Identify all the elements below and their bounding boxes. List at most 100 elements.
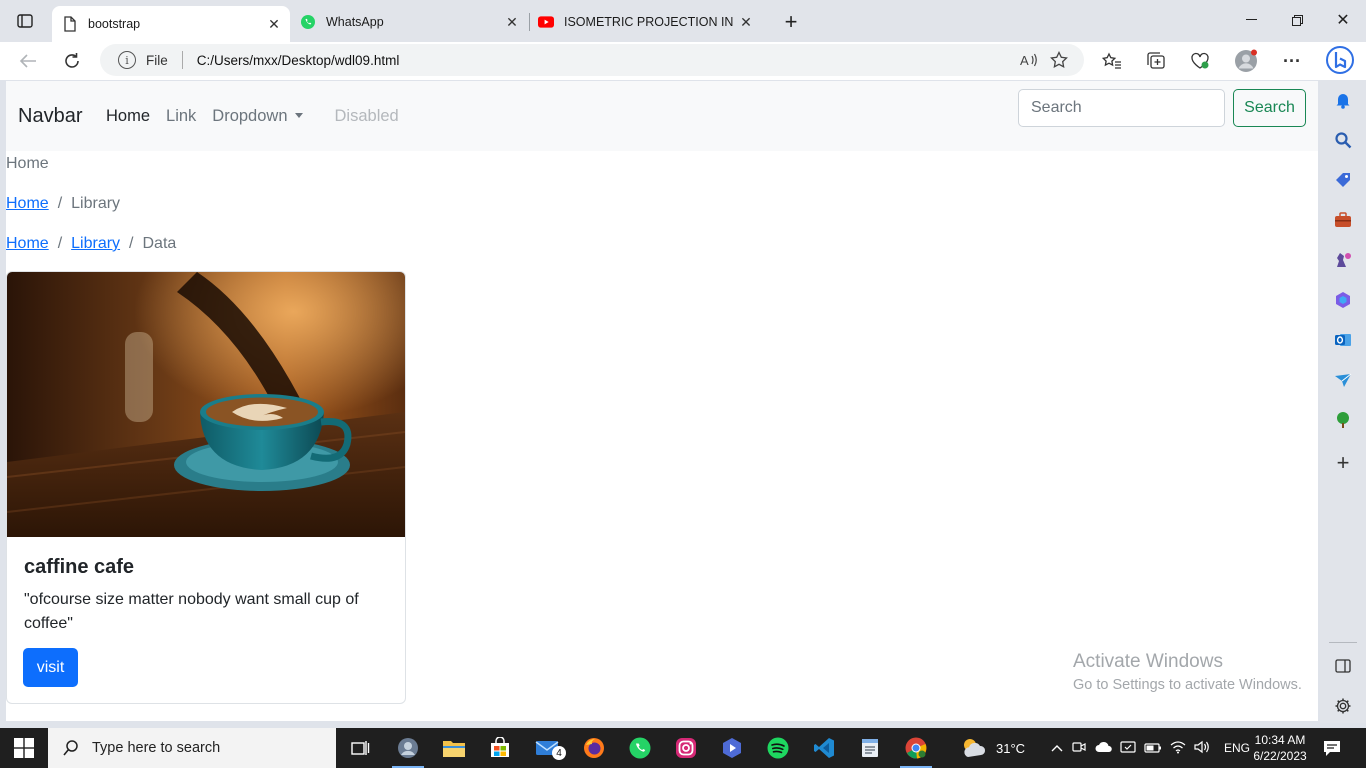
nav-link-home[interactable]: Home [106,107,150,126]
whatsapp-app-icon[interactable] [620,732,660,764]
games-icon[interactable] [1332,249,1354,271]
tab-title: WhatsApp [326,15,384,29]
vscode-icon[interactable] [804,732,844,764]
mail-icon[interactable]: 4 [528,732,568,764]
tools-icon[interactable] [1332,209,1354,231]
chevron-up-icon[interactable] [1048,741,1066,755]
breadcrumb-current: Library [71,195,121,212]
breadcrumb-1: Home [6,155,49,173]
navbar-search-input[interactable] [1018,89,1225,127]
split-screen-icon[interactable] [1332,655,1354,677]
more-options-icon[interactable]: ··· [1276,46,1308,76]
send-icon[interactable] [1332,369,1354,391]
shopping-tag-icon[interactable] [1332,169,1354,191]
close-tab-icon[interactable]: ✕ [736,12,756,32]
clock-time: 10:34 AM [1254,733,1306,747]
security-icon[interactable] [1120,740,1136,757]
language-indicator[interactable]: ENG [1224,741,1250,755]
cortana-app-icon[interactable] [388,732,428,768]
nav-dropdown[interactable]: Dropdown [212,107,318,126]
address-divider [181,51,183,69]
back-button[interactable] [13,46,43,76]
breadcrumb-link-home[interactable]: Home [6,235,49,252]
page-icon [62,16,78,32]
svg-text:A: A [1020,53,1029,68]
restore-button[interactable] [1274,0,1320,40]
activate-windows-watermark: Activate Windows Go to Settings to activ… [1073,651,1302,693]
battery-icon[interactable] [1144,741,1162,756]
nav-link-link[interactable]: Link [166,107,196,126]
spotify-icon[interactable] [758,732,798,764]
settings-gear-icon[interactable] [1332,695,1354,717]
close-window-button[interactable]: ✕ [1320,0,1366,40]
tab-title: ISOMETRIC PROJECTION IN ENG [564,15,736,29]
wifi-icon[interactable] [1170,740,1186,757]
onedrive-icon[interactable] [1095,741,1113,756]
new-tab-button[interactable]: + [778,9,804,35]
nav-dropdown-label: Dropdown [212,107,288,125]
card-title: caffine cafe [24,556,135,578]
tab-bootstrap[interactable]: bootstrap ✕ [52,6,290,42]
browser-toolbar: i File C:/Users/mxx/Desktop/wdl09.html A… [0,42,1366,80]
youtube-icon [538,14,554,30]
nav-link-disabled: Disabled [334,107,399,125]
search-icon[interactable] [1332,129,1354,151]
system-tray: ENG [1048,728,1250,768]
tree-icon[interactable] [1332,409,1354,431]
microsoft-365-icon[interactable] [1332,289,1354,311]
breadcrumb-current: Data [142,235,177,252]
bing-copilot-icon[interactable] [1322,42,1358,78]
breadcrumb-link-library[interactable]: Library [71,235,120,252]
browser-essentials-icon[interactable] [1184,46,1216,76]
navbar-brand[interactable]: Navbar [18,105,82,128]
profile-avatar[interactable] [1230,46,1262,76]
collections-icon[interactable] [1140,46,1172,76]
notification-center-icon[interactable] [1322,728,1342,768]
tab-title: bootstrap [88,17,141,31]
add-icon[interactable]: + [1332,450,1354,475]
refresh-button[interactable] [57,46,87,76]
coffee-cup-image [7,272,405,537]
file-explorer-icon[interactable] [434,732,474,764]
visit-button[interactable]: visit [23,648,78,687]
tab-youtube[interactable]: ISOMETRIC PROJECTION IN ENG ✕ [528,6,766,38]
video-editor-icon[interactable] [712,732,752,764]
windows-start-icon[interactable] [14,738,34,758]
read-aloud-icon[interactable]: A [1014,45,1044,75]
tab-whatsapp[interactable]: WhatsApp ✕ [290,6,528,38]
tab-actions-button[interactable] [8,7,42,35]
taskbar-search-placeholder: Type here to search [92,740,221,756]
instagram-icon[interactable] [666,732,706,764]
task-view-icon[interactable] [340,732,380,764]
meet-now-icon[interactable] [1072,740,1086,757]
close-tab-icon[interactable]: ✕ [502,12,522,32]
breadcrumb-divider: / [57,235,63,252]
breadcrumb-divider: / [129,235,134,252]
url-text[interactable]: C:/Users/mxx/Desktop/wdl09.html [197,53,1014,68]
url-scheme-label: File [146,52,168,68]
favorites-icon[interactable] [1096,46,1128,76]
minimize-button[interactable] [1228,0,1274,40]
site-info-icon[interactable]: i [118,51,136,69]
address-bar[interactable]: i File C:/Users/mxx/Desktop/wdl09.html A [100,44,1084,76]
search-icon [63,740,78,756]
taskbar-search-box[interactable]: Type here to search [48,728,336,768]
breadcrumb-divider: / [57,195,63,212]
breadcrumb-link-home[interactable]: Home [6,195,49,212]
navbar-search-button[interactable]: Search [1233,89,1306,127]
notepad-icon[interactable] [850,732,890,764]
page-viewport: Navbar Home Link Dropdown Disabled Searc… [6,81,1318,721]
chrome-icon[interactable] [896,732,936,768]
windows-taskbar: Type here to search 4 31°C ENG 10:34 AM … [0,728,1366,768]
microsoft-store-icon[interactable] [480,732,520,764]
navbar-links: Home Link Dropdown Disabled [106,107,415,126]
weather-widget[interactable]: 31°C [960,728,1025,768]
close-tab-icon[interactable]: ✕ [264,14,284,34]
sidebar-divider [1329,642,1357,643]
volume-icon[interactable] [1194,740,1210,757]
outlook-icon[interactable] [1332,329,1354,351]
firefox-icon[interactable] [574,732,614,764]
favorite-star-icon[interactable] [1044,45,1074,75]
clock[interactable]: 10:34 AM 6/22/2023 [1253,728,1306,768]
bell-icon[interactable] [1332,89,1354,111]
